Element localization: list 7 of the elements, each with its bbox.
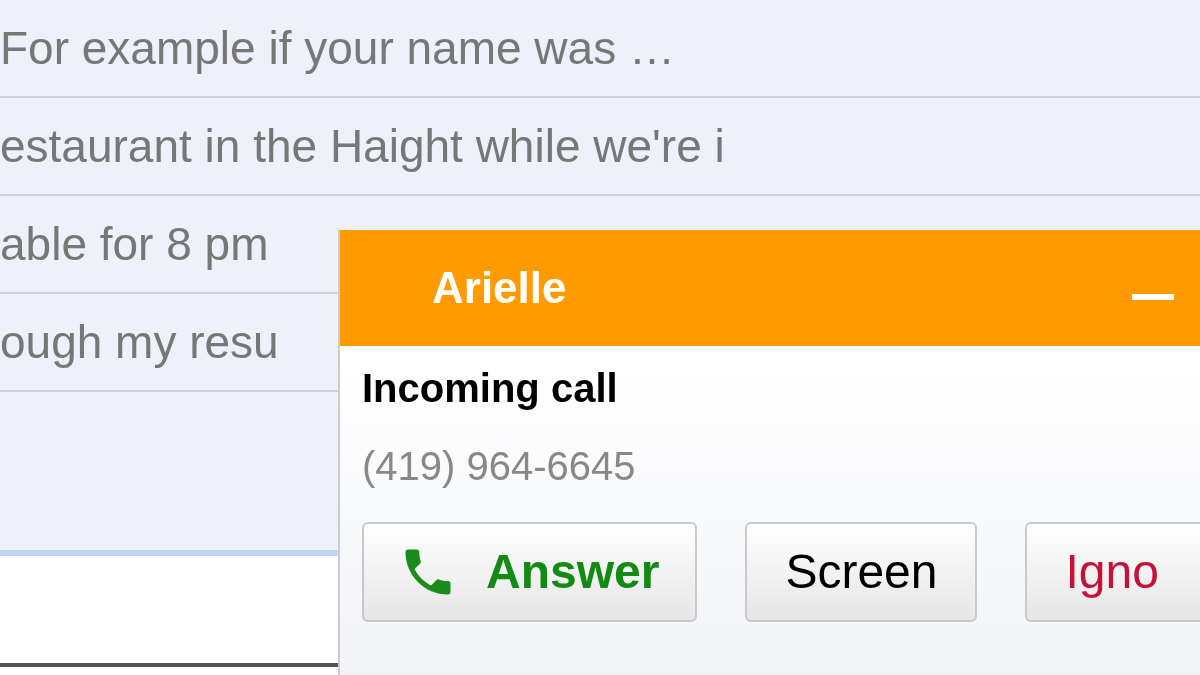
ignore-button[interactable]: Igno: [1025, 522, 1200, 622]
phone-number: (419) 964-6645: [362, 446, 637, 486]
answer-button[interactable]: Answer: [362, 522, 698, 622]
call-status: Incoming call: [362, 368, 619, 408]
caller-name: Arielle: [432, 262, 567, 314]
minimize-icon: [1132, 294, 1174, 300]
screen-button[interactable]: Screen: [745, 522, 978, 622]
